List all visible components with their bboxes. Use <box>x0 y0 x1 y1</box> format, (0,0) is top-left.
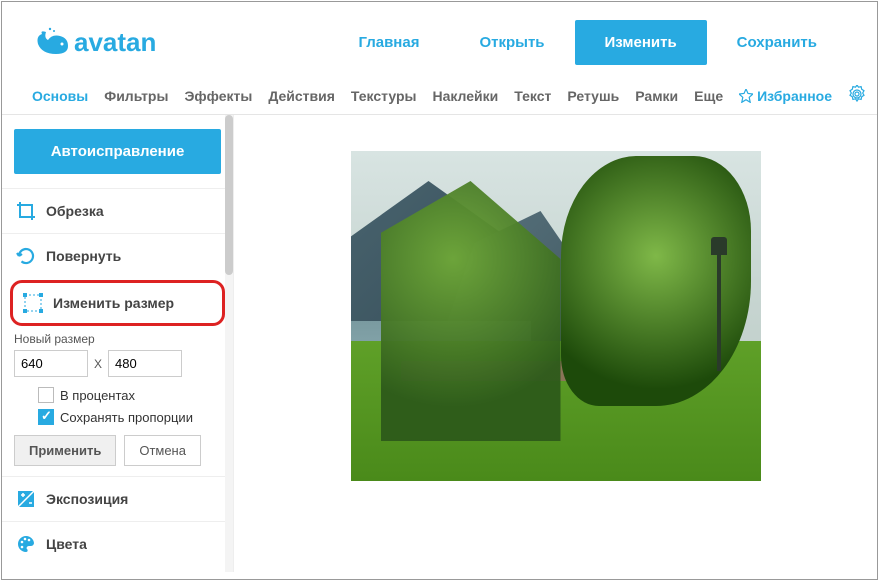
favorites-label: Избранное <box>757 88 832 104</box>
tab-retouch[interactable]: Ретушь <box>567 88 619 104</box>
palette-icon <box>16 534 36 554</box>
resize-panel: Новый размер X В процентах Сохранять про… <box>2 328 233 476</box>
keep-proportions-label: Сохранять пропорции <box>60 410 193 425</box>
cancel-button[interactable]: Отмена <box>124 435 201 466</box>
resize-icon <box>23 293 43 313</box>
nav-save[interactable]: Сохранить <box>707 20 847 65</box>
nav-home[interactable]: Главная <box>328 20 449 65</box>
exposure-icon <box>16 489 36 509</box>
star-icon <box>739 89 753 103</box>
sidebar-scrollbar[interactable] <box>225 115 233 572</box>
tool-crop[interactable]: Обрезка <box>2 188 233 233</box>
nav-open[interactable]: Открыть <box>449 20 574 65</box>
colors-label: Цвета <box>46 536 87 552</box>
whale-icon <box>32 26 72 60</box>
tab-textures[interactable]: Текстуры <box>351 88 417 104</box>
tool-colors[interactable]: Цвета <box>2 521 233 566</box>
brand-text: avatan <box>74 27 156 58</box>
category-toolbar: Основы Фильтры Эффекты Действия Текстуры… <box>2 77 877 115</box>
tab-filters[interactable]: Фильтры <box>104 88 168 104</box>
apply-button[interactable]: Применить <box>14 435 116 466</box>
tool-rotate[interactable]: Повернуть <box>2 233 233 278</box>
rotate-label: Повернуть <box>46 248 121 264</box>
tab-stickers[interactable]: Наклейки <box>432 88 498 104</box>
keep-proportions-checkbox[interactable] <box>38 409 54 425</box>
dim-separator: X <box>94 357 102 371</box>
percent-checkbox[interactable] <box>38 387 54 403</box>
resize-label: Изменить размер <box>53 295 174 311</box>
brand-logo[interactable]: avatan <box>32 26 156 60</box>
exposure-label: Экспозиция <box>46 491 128 507</box>
tools-sidebar: Автоисправление Обрезка Повернуть Измени… <box>2 115 234 572</box>
crop-icon <box>16 201 36 221</box>
width-input[interactable] <box>14 350 88 377</box>
settings-button[interactable] <box>848 85 866 106</box>
tab-frames[interactable]: Рамки <box>635 88 678 104</box>
tool-exposure[interactable]: Экспозиция <box>2 476 233 521</box>
auto-fix-button[interactable]: Автоисправление <box>14 129 221 174</box>
gear-icon <box>848 85 866 103</box>
nav-edit[interactable]: Изменить <box>575 20 707 65</box>
new-size-label: Новый размер <box>14 332 221 346</box>
rotate-icon <box>16 246 36 266</box>
percent-label: В процентах <box>60 388 135 403</box>
canvas-area <box>234 115 877 572</box>
crop-label: Обрезка <box>46 203 104 219</box>
tab-favorites[interactable]: Избранное <box>739 88 832 104</box>
tool-resize[interactable]: Изменить размер <box>10 280 225 326</box>
tab-more[interactable]: Еще <box>694 88 723 104</box>
tab-effects[interactable]: Эффекты <box>184 88 252 104</box>
tab-actions[interactable]: Действия <box>268 88 335 104</box>
image-preview[interactable] <box>351 151 761 481</box>
tab-text[interactable]: Текст <box>514 88 551 104</box>
tab-basics[interactable]: Основы <box>32 88 88 104</box>
top-nav: Главная Открыть Изменить Сохранить <box>328 20 847 65</box>
height-input[interactable] <box>108 350 182 377</box>
